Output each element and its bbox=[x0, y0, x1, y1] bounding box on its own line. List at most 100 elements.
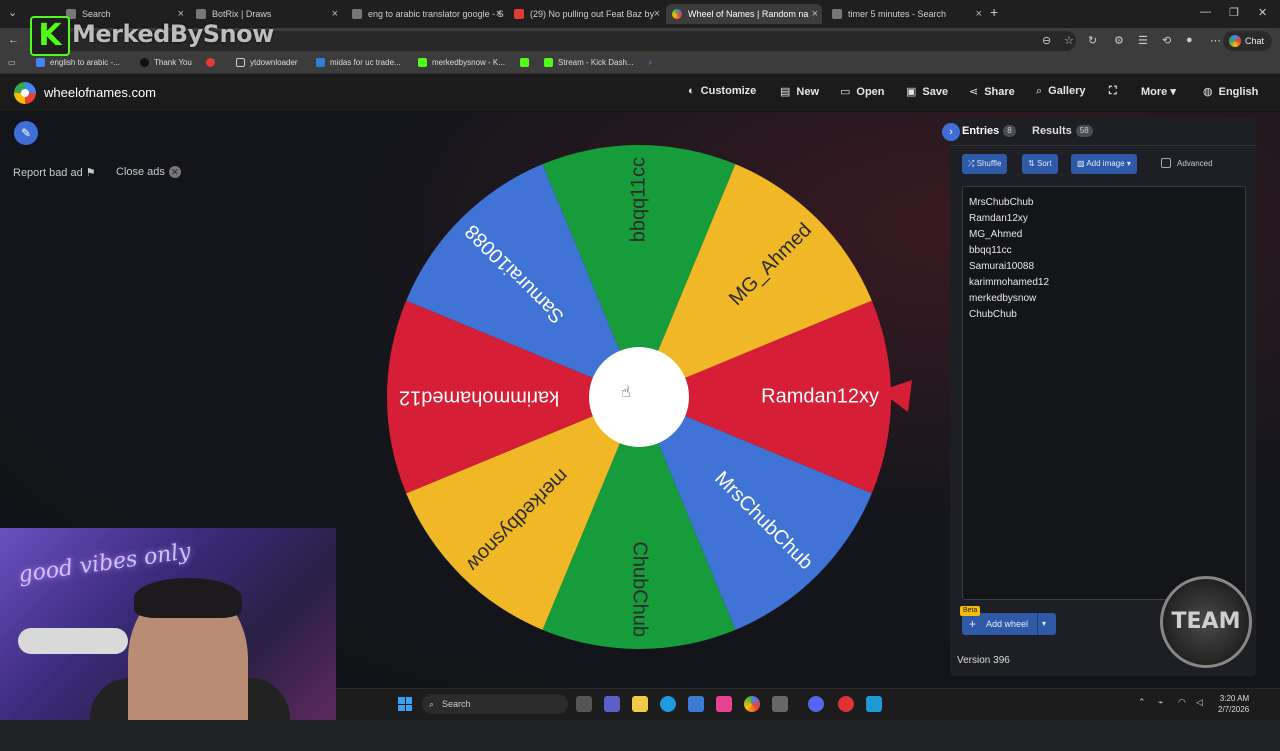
bookmark-search-icon[interactable]: ⌕ bbox=[648, 58, 652, 68]
browser-tab-youtube[interactable]: (29) No pulling out Feat Baz by × bbox=[508, 4, 664, 24]
site-name[interactable]: wheelofnames.com bbox=[44, 85, 156, 100]
copilot-chat-button[interactable]: Chat bbox=[1222, 31, 1272, 51]
beta-badge: Beta bbox=[960, 606, 981, 616]
minimize-icon[interactable]: — bbox=[1200, 6, 1211, 18]
more-label: More bbox=[1141, 86, 1168, 98]
bookmark-label: Stream - Kick Dash... bbox=[558, 58, 634, 67]
kick-icon bbox=[520, 58, 529, 67]
taskbar-search-box[interactable]: ⌕ Search bbox=[422, 694, 568, 714]
floppy-icon: ▣ bbox=[906, 86, 917, 98]
taskbar-clock[interactable]: 3:20 AM 2/7/2026 bbox=[1218, 693, 1249, 715]
tab-actions-icon[interactable]: ▭ bbox=[8, 58, 16, 67]
tray-overflow-icon[interactable]: ⌃ bbox=[1138, 697, 1146, 708]
browser-tab-wheel-of-names[interactable]: Wheel of Names | Random na × bbox=[666, 4, 822, 24]
bookmark-merkedbysnow[interactable]: merkedbysnow - K... bbox=[418, 58, 505, 67]
network-icon[interactable]: ⌁ bbox=[1158, 697, 1163, 708]
customize-button[interactable]: ◐ Customize bbox=[688, 85, 756, 97]
entries-textarea[interactable]: MrsChubChub Ramdan12xy MG_Ahmed bbqq11cc… bbox=[962, 186, 1246, 600]
save-label: Save bbox=[922, 86, 949, 98]
new-button[interactable]: ▤ New bbox=[780, 85, 819, 98]
back-icon[interactable]: ← bbox=[8, 34, 19, 46]
spinning-wheel[interactable]: Ramdan12xyMrsChubChubChubChubmerkedbysno… bbox=[386, 144, 892, 650]
close-window-icon[interactable]: ✕ bbox=[1258, 6, 1267, 19]
browser-tab-translator[interactable]: eng to arabic translator google - S × bbox=[346, 4, 506, 24]
gallery-button[interactable]: ⌕ Gallery bbox=[1036, 85, 1085, 98]
collapse-panel-icon[interactable]: › bbox=[942, 123, 960, 141]
bookmark-label: Thank You bbox=[154, 58, 192, 67]
folder-open-icon: ▭ bbox=[840, 86, 851, 98]
youtube-favicon-icon bbox=[514, 9, 524, 19]
tab-results[interactable]: Results 58 bbox=[1032, 125, 1093, 137]
search-icon: ⌕ bbox=[1036, 85, 1043, 97]
advanced-checkbox[interactable]: Advanced bbox=[1161, 158, 1213, 168]
sort-button[interactable]: ⇅ Sort bbox=[1022, 154, 1058, 174]
edit-pencil-button[interactable]: ✎ bbox=[14, 121, 38, 145]
close-tab-icon[interactable]: × bbox=[654, 8, 660, 20]
share-button[interactable]: ⋖ Share bbox=[969, 85, 1015, 98]
search-favicon-icon bbox=[352, 9, 362, 19]
file-explorer-icon[interactable] bbox=[632, 696, 648, 712]
plus-icon: + bbox=[969, 617, 977, 631]
close-tab-icon[interactable]: × bbox=[496, 8, 502, 20]
edge-icon[interactable] bbox=[660, 696, 676, 712]
flag-icon: ⚑ bbox=[85, 167, 96, 179]
wifi-icon[interactable]: ◠ bbox=[1178, 697, 1186, 708]
open-button[interactable]: ▭ Open bbox=[840, 85, 885, 98]
extensions-icon[interactable]: ⚙ bbox=[1114, 34, 1124, 47]
close-tab-icon[interactable]: × bbox=[178, 8, 184, 20]
favorite-star-icon[interactable]: ☆ bbox=[1064, 34, 1074, 47]
tab-list-icon[interactable]: ⌄ bbox=[8, 6, 17, 19]
restore-icon[interactable]: ❐ bbox=[1229, 6, 1239, 19]
bookmark-kick[interactable] bbox=[520, 58, 534, 67]
bookmark-kick-dashboard[interactable]: Stream - Kick Dash... bbox=[544, 58, 634, 67]
windows-start-icon[interactable] bbox=[398, 697, 412, 711]
tab-entries[interactable]: Entries 8 bbox=[962, 125, 1016, 137]
wheel-center-hub[interactable] bbox=[589, 347, 689, 447]
fullscreen-icon[interactable]: ⛶ bbox=[1109, 85, 1117, 98]
bookmark-ytdownloader[interactable] bbox=[206, 58, 220, 67]
refresh-icon[interactable]: ↻ bbox=[1088, 34, 1097, 47]
close-ads-link[interactable]: Close ads ✕ bbox=[116, 166, 181, 178]
bookmark-icon bbox=[140, 58, 149, 67]
team-gc-overlay-logo: TEAM GC bbox=[1160, 576, 1252, 720]
cursor-icon: ☝ bbox=[621, 382, 631, 401]
more-menu-button[interactable]: More ▾ bbox=[1141, 85, 1176, 98]
report-bad-ad-link[interactable]: Report bad ad ⚑ bbox=[13, 166, 96, 179]
bookmark-english-to-arabic[interactable]: english to arabic -... bbox=[36, 58, 120, 67]
add-wheel-button[interactable]: + Add wheel ▾ bbox=[962, 613, 1056, 635]
browser-tab-timer[interactable]: timer 5 minutes - Search × bbox=[826, 4, 986, 24]
save-button[interactable]: ▣ Save bbox=[906, 85, 948, 98]
volume-icon[interactable]: ◁ bbox=[1196, 697, 1203, 708]
task-view-icon[interactable] bbox=[576, 696, 592, 712]
settings-icon[interactable] bbox=[772, 696, 788, 712]
close-tab-icon[interactable]: × bbox=[332, 8, 338, 20]
bookmark-midas[interactable]: midas for uc trade... bbox=[316, 58, 401, 67]
bookmark-thank-you[interactable]: Thank You bbox=[140, 58, 192, 67]
discord-icon[interactable] bbox=[808, 696, 824, 712]
language-button[interactable]: ◍ English bbox=[1203, 85, 1258, 98]
more-options-icon[interactable]: ⋯ bbox=[1210, 34, 1221, 47]
reader-icon[interactable]: ⊖ bbox=[1042, 34, 1051, 47]
wheel-favicon-icon bbox=[672, 9, 682, 19]
history-icon[interactable]: ⟲ bbox=[1162, 34, 1171, 47]
close-tab-icon[interactable]: × bbox=[976, 8, 982, 20]
bookmark-ytdownloader-folder[interactable]: ytdownloader bbox=[236, 58, 298, 67]
caret-down-icon[interactable]: ▾ bbox=[1042, 613, 1046, 635]
kick-logo: K bbox=[30, 16, 70, 56]
app-icon[interactable] bbox=[716, 696, 732, 712]
copilot-taskbar-icon[interactable] bbox=[744, 696, 760, 712]
teams-icon[interactable] bbox=[604, 696, 620, 712]
new-tab-icon[interactable]: + bbox=[990, 4, 998, 20]
add-image-button[interactable]: ▨ Add image ▾ bbox=[1071, 154, 1137, 174]
favorites-bar-icon[interactable]: ☰ bbox=[1138, 34, 1148, 47]
wheel-segment-label: bbqq11cc bbox=[627, 157, 649, 242]
notepad-icon[interactable] bbox=[866, 696, 882, 712]
store-icon[interactable] bbox=[688, 696, 704, 712]
close-tab-icon[interactable]: × bbox=[812, 8, 818, 20]
wheel-logo-icon[interactable] bbox=[14, 82, 36, 104]
profile-icon[interactable]: ● bbox=[1186, 34, 1193, 46]
obs-icon[interactable] bbox=[838, 696, 854, 712]
tab-title: timer 5 minutes - Search bbox=[848, 9, 947, 19]
entry-line: MG_Ahmed bbox=[969, 229, 1023, 240]
shuffle-button[interactable]: ⤮ Shuffle bbox=[962, 154, 1008, 174]
